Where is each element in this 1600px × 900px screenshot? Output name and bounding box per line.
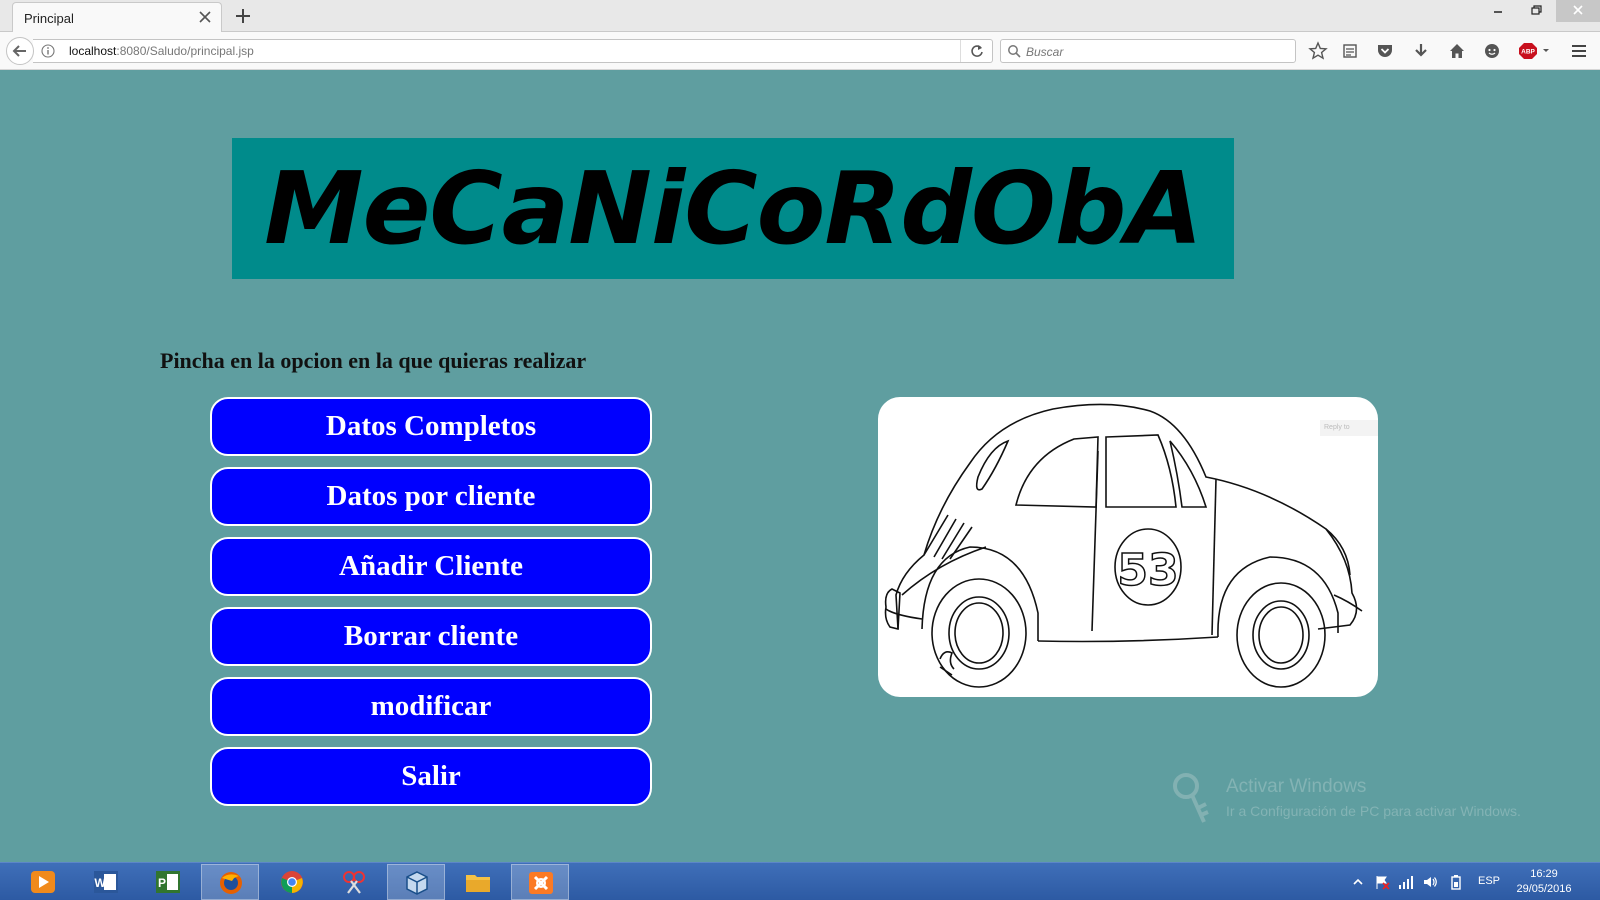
svg-text:W: W: [94, 876, 106, 890]
restore-icon[interactable]: [1518, 0, 1554, 22]
watermark-title: Activar Windows: [1226, 776, 1367, 797]
virtualbox-icon[interactable]: [387, 864, 445, 900]
salir-button[interactable]: Salir: [210, 747, 652, 806]
reload-icon[interactable]: [960, 40, 992, 62]
adblock-icon[interactable]: ABP: [1518, 41, 1552, 61]
svg-text:P: P: [158, 876, 166, 890]
banner: MeCaNiCoRdObA: [232, 138, 1234, 279]
search-placeholder: Buscar: [1026, 45, 1064, 59]
snipping-tool-icon[interactable]: [325, 864, 383, 900]
battery-icon[interactable]: [1448, 874, 1464, 890]
activate-windows-watermark: Activar Windows Ir a Configuración de PC…: [1170, 770, 1590, 826]
pocket-icon[interactable]: [1375, 41, 1395, 61]
network-signal-icon[interactable]: [1398, 874, 1414, 890]
hamburger-menu-icon[interactable]: [1569, 41, 1589, 61]
key-icon: [1170, 770, 1220, 826]
beetle-car-drawing: 53: [884, 403, 1363, 688]
clock[interactable]: 16:29 29/05/2016: [1505, 867, 1583, 897]
bookmark-star-icon[interactable]: [1308, 41, 1328, 61]
url-bar[interactable]: localhost:8080/Saludo/principal.jsp: [33, 39, 993, 63]
search-bar[interactable]: Buscar: [1000, 39, 1296, 63]
anadir-cliente-button[interactable]: Añadir Cliente: [210, 537, 652, 596]
media-player-icon[interactable]: [14, 864, 72, 900]
tab-title: Principal: [24, 11, 74, 26]
word-icon[interactable]: W: [77, 864, 135, 900]
reply-chip: Reply to: [1320, 420, 1378, 436]
clock-date: 29/05/2016: [1516, 883, 1572, 895]
home-icon[interactable]: [1447, 41, 1467, 61]
banner-title: MeCaNiCoRdObA: [264, 150, 1203, 267]
search-icon: [1007, 44, 1021, 58]
datos-completos-button[interactable]: Datos Completos: [210, 397, 652, 456]
reader-list-icon[interactable]: [1340, 41, 1360, 61]
modificar-button[interactable]: modificar: [210, 677, 652, 736]
instruction-text: Pincha en la opcion en la que quieras re…: [160, 348, 587, 373]
close-tab-icon[interactable]: [195, 7, 215, 27]
chrome-icon[interactable]: [263, 864, 321, 900]
new-tab-icon[interactable]: [232, 5, 254, 27]
info-icon[interactable]: [41, 44, 55, 58]
chat-icon[interactable]: [1482, 41, 1502, 61]
language-indicator[interactable]: ESP: [1478, 875, 1500, 887]
url-path: :8080/Saludo/principal.jsp: [116, 44, 254, 58]
adblock-label: ABP: [1521, 49, 1535, 56]
xampp-icon[interactable]: [511, 864, 569, 900]
car-image: 53 Reply to: [878, 397, 1378, 697]
taskbar: W P ESP 16:29 29/05/2016: [0, 862, 1600, 900]
back-button[interactable]: [6, 37, 34, 65]
watermark-subtitle: Ir a Configuración de PC para activar Wi…: [1226, 803, 1521, 819]
file-explorer-icon[interactable]: [449, 864, 507, 900]
url-text: localhost:8080/Saludo/principal.jsp: [69, 44, 254, 58]
clock-time: 16:29: [1530, 868, 1558, 880]
project-icon[interactable]: P: [139, 864, 197, 900]
navigation-toolbar: localhost:8080/Saludo/principal.jsp Busc…: [0, 32, 1600, 70]
action-center-flag-icon[interactable]: [1374, 874, 1390, 890]
datos-por-cliente-button[interactable]: Datos por cliente: [210, 467, 652, 526]
firefox-icon[interactable]: [201, 864, 259, 900]
download-icon[interactable]: [1411, 41, 1431, 61]
url-host: localhost: [69, 44, 117, 58]
tray-chevron-icon[interactable]: [1350, 874, 1366, 890]
volume-icon[interactable]: [1422, 874, 1438, 890]
borrar-cliente-button[interactable]: Borrar cliente: [210, 607, 652, 666]
tab-bar: Principal: [0, 0, 1600, 32]
tab-principal[interactable]: Principal: [12, 2, 222, 32]
car-number: 53: [1117, 545, 1178, 596]
close-window-icon[interactable]: [1556, 0, 1600, 22]
minimize-icon[interactable]: [1480, 0, 1516, 22]
